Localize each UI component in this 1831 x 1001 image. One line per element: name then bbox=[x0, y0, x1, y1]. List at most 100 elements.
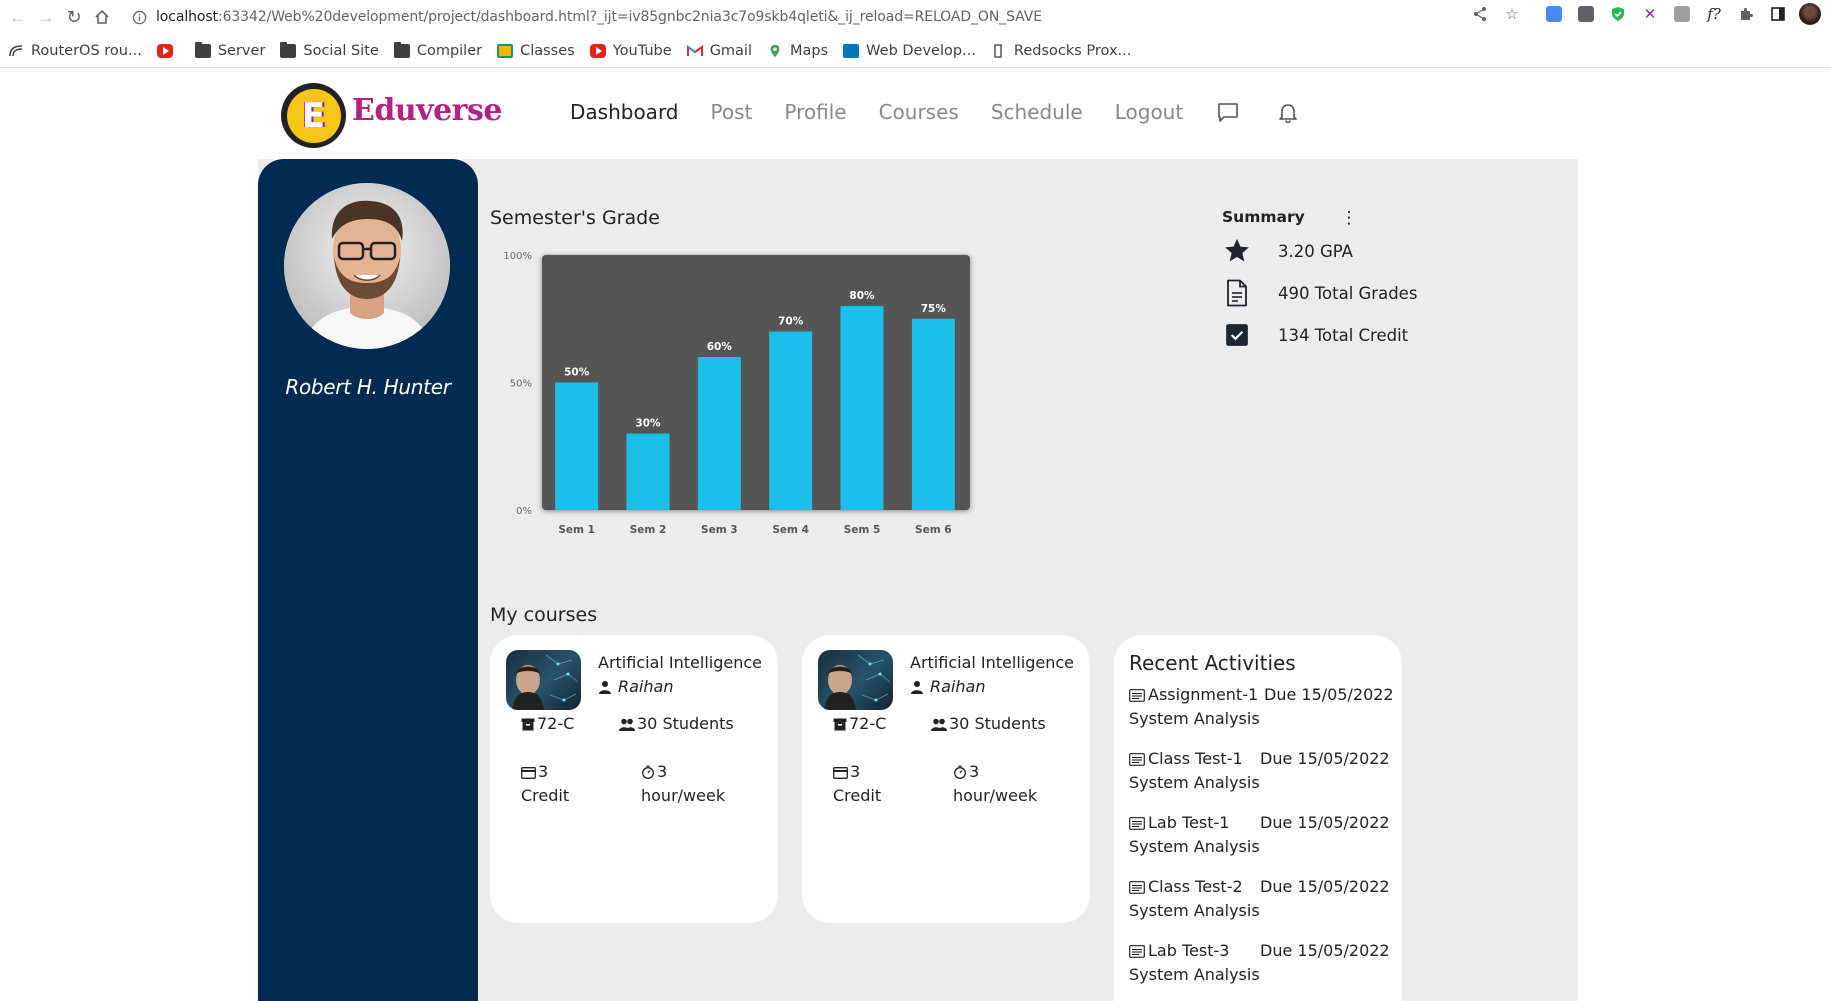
activity-item[interactable]: Class Test-2 Due 15/05/2022 System Analy… bbox=[1129, 875, 1397, 925]
x-tick-label: Sem 1 bbox=[558, 524, 595, 536]
routeros-icon bbox=[8, 44, 24, 58]
browser-toolbar: ← → ↻ localhost:63342/Web%20development/… bbox=[0, 0, 1831, 34]
star-icon bbox=[1222, 236, 1252, 266]
chart-bar bbox=[697, 357, 741, 510]
credit-card-icon bbox=[833, 767, 848, 779]
course-card[interactable]: Artificial Intelligence Raihan 72-C 30 S… bbox=[490, 635, 778, 923]
bookmark-star-icon[interactable]: ☆ bbox=[1501, 3, 1523, 25]
grades-title: Semester's Grade bbox=[490, 207, 660, 229]
folder-icon bbox=[393, 41, 410, 58]
x-extension-icon[interactable]: ✕ bbox=[1639, 3, 1661, 25]
activity-item[interactable]: Class Test-1 Due 15/05/2022 System Analy… bbox=[1129, 747, 1397, 797]
bookmark-maps[interactable]: Maps bbox=[767, 43, 828, 59]
url-text: localhost:63342/Web%20development/projec… bbox=[156, 9, 1042, 25]
home-icon[interactable] bbox=[88, 3, 116, 31]
nav-profile[interactable]: Profile bbox=[784, 100, 846, 124]
brand-name[interactable]: Eduverse bbox=[352, 93, 502, 128]
forward-icon[interactable]: → bbox=[32, 3, 60, 31]
shield-extension-icon[interactable] bbox=[1607, 3, 1629, 25]
card-list-icon bbox=[1129, 816, 1145, 830]
bookmark-classes[interactable]: Classes bbox=[497, 43, 575, 59]
nav-courses[interactable]: Courses bbox=[879, 100, 959, 124]
more-options-icon[interactable]: ⋮ bbox=[1341, 208, 1358, 228]
activity-item[interactable]: Assignment-1 Due 15/05/2022 System Analy… bbox=[1129, 683, 1397, 733]
document-icon bbox=[1222, 278, 1252, 308]
profile-avatar[interactable] bbox=[1799, 3, 1821, 25]
course-thumbnail bbox=[818, 650, 893, 710]
gmail-icon bbox=[686, 44, 703, 58]
extension-icon[interactable] bbox=[1575, 3, 1597, 25]
site-info-icon[interactable] bbox=[128, 6, 150, 28]
activity-item[interactable]: Lab Test-3 Due 15/05/2022 System Analysi… bbox=[1129, 939, 1397, 989]
bell-icon[interactable] bbox=[1275, 99, 1301, 125]
archive-icon bbox=[521, 718, 535, 731]
stopwatch-icon bbox=[954, 765, 966, 779]
side-panel-icon[interactable] bbox=[1767, 3, 1789, 25]
youtube-icon bbox=[156, 43, 173, 58]
card-list-icon bbox=[1129, 944, 1145, 958]
folder-icon bbox=[280, 41, 297, 58]
bookmark-web-develop[interactable]: Web Develop... bbox=[843, 43, 976, 59]
x-tick-label: Sem 4 bbox=[772, 524, 809, 536]
summary-grades: 490 Total Grades bbox=[1222, 278, 1417, 308]
activity-item[interactable]: Lab Test-1 Due 15/05/2022 System Analysi… bbox=[1129, 811, 1397, 861]
bar-data-label: 75% bbox=[921, 303, 947, 315]
avatar[interactable] bbox=[284, 183, 450, 349]
nav-dashboard[interactable]: Dashboard bbox=[570, 100, 679, 124]
bar-data-label: 80% bbox=[849, 290, 875, 302]
trello-icon bbox=[843, 43, 860, 58]
course-instructor: Raihan bbox=[598, 677, 673, 696]
share-icon[interactable] bbox=[1469, 3, 1491, 25]
bookmark-server[interactable]: Server bbox=[194, 41, 265, 59]
reload-icon[interactable]: ↻ bbox=[60, 3, 88, 31]
formula-extension-icon[interactable]: f? bbox=[1703, 3, 1725, 25]
activities-title: Recent Activities bbox=[1129, 651, 1296, 675]
course-credit: 3 Credit bbox=[833, 762, 882, 805]
nav-schedule[interactable]: Schedule bbox=[991, 100, 1083, 124]
card-list-icon bbox=[1129, 880, 1145, 894]
courses-title: My courses bbox=[490, 604, 598, 626]
image-extension-icon[interactable] bbox=[1671, 3, 1693, 25]
chat-icon[interactable] bbox=[1215, 99, 1241, 125]
back-icon[interactable]: ← bbox=[4, 3, 32, 31]
y-tick-label: 50% bbox=[510, 379, 532, 390]
x-tick-label: Sem 2 bbox=[630, 524, 667, 536]
course-credit: 3 Credit bbox=[521, 762, 570, 805]
bookmark-gmail[interactable]: Gmail bbox=[686, 43, 752, 59]
nav-post[interactable]: Post bbox=[711, 100, 753, 124]
address-bar[interactable]: localhost:63342/Web%20development/projec… bbox=[128, 3, 1042, 31]
course-room: 72-C bbox=[833, 712, 886, 736]
course-name: Artificial Intelligence bbox=[910, 653, 1074, 672]
course-card[interactable]: Artificial Intelligence Raihan 72-C 30 S… bbox=[802, 635, 1090, 923]
youtube-icon bbox=[589, 43, 606, 58]
x-tick-label: Sem 5 bbox=[844, 524, 881, 536]
bar-data-label: 30% bbox=[635, 418, 661, 430]
chart-bar bbox=[840, 306, 884, 510]
credit-card-icon bbox=[521, 767, 536, 779]
bookmark-social-site[interactable]: Social Site bbox=[280, 41, 379, 59]
chart-bar bbox=[911, 318, 955, 510]
summary-title: Summary bbox=[1222, 208, 1305, 226]
course-thumbnail bbox=[506, 650, 581, 710]
person-icon bbox=[599, 680, 611, 694]
translate-extension-icon[interactable] bbox=[1543, 3, 1565, 25]
course-instructor: Raihan bbox=[910, 677, 985, 696]
course-students: 30 Students bbox=[619, 712, 734, 736]
x-tick-label: Sem 3 bbox=[701, 524, 738, 536]
y-tick-label: 100% bbox=[503, 251, 532, 262]
bookmark-youtube[interactable]: YouTube bbox=[589, 43, 672, 59]
classroom-icon bbox=[497, 43, 514, 58]
brand-logo[interactable]: E bbox=[281, 83, 346, 148]
bookmark-routeros[interactable]: RouterOS rou... bbox=[8, 43, 142, 59]
puzzle-extensions-icon[interactable] bbox=[1735, 3, 1757, 25]
bar-data-label: 70% bbox=[778, 316, 804, 328]
card-list-icon bbox=[1129, 688, 1145, 702]
people-icon bbox=[619, 718, 635, 731]
bookmark-youtube-icon-only[interactable] bbox=[156, 43, 180, 58]
card-list-icon bbox=[1129, 752, 1145, 766]
bookmark-redsocks[interactable]: Redsocks Prox... bbox=[991, 43, 1131, 59]
nav-logout[interactable]: Logout bbox=[1115, 100, 1183, 124]
x-tick-label: Sem 6 bbox=[915, 524, 952, 536]
course-room: 72-C bbox=[521, 712, 574, 736]
bookmark-compiler[interactable]: Compiler bbox=[393, 41, 482, 59]
